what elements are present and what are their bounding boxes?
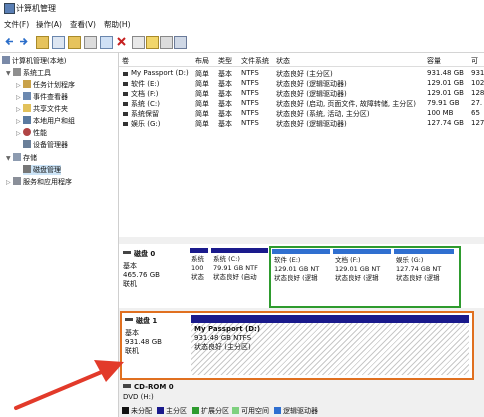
annotation-arrow-icon (14, 360, 124, 410)
